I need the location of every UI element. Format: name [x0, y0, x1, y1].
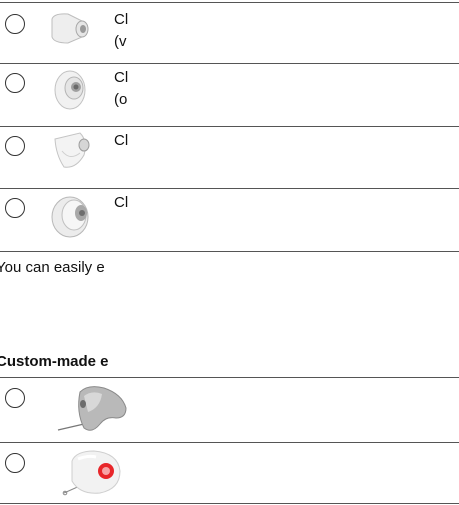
list-item: Cl (v — [0, 3, 459, 63]
list-item: Cl — [0, 189, 459, 251]
section-heading: Custom-made e — [0, 353, 109, 370]
custom-shell-earpiece-icon — [57, 386, 127, 431]
dome-earpiece-closed-icon — [54, 70, 86, 110]
option-radio[interactable] — [5, 388, 25, 408]
option-radio[interactable] — [5, 73, 25, 93]
option-radio[interactable] — [5, 136, 25, 156]
list-item: Cl (o — [0, 64, 459, 126]
dome-earpiece-open-icon — [51, 13, 89, 44]
custom-mold-earpiece-icon — [62, 450, 121, 496]
list-item — [0, 378, 459, 442]
list-item: Cl — [0, 127, 459, 188]
divider — [0, 251, 459, 252]
divider — [0, 503, 459, 504]
option-radio[interactable] — [5, 453, 25, 473]
list-item — [0, 443, 459, 503]
option-label: Cl — [114, 69, 129, 86]
option-label: Cl — [114, 132, 129, 149]
option-radio[interactable] — [5, 14, 25, 34]
option-detail: (v — [114, 33, 127, 50]
double-dome-earpiece-icon — [51, 196, 89, 238]
option-detail: (o — [114, 91, 128, 108]
option-radio[interactable] — [5, 198, 25, 218]
option-label: Cl — [114, 11, 129, 28]
body-text: You can easily e — [0, 259, 105, 276]
tulip-earpiece-icon — [54, 132, 90, 168]
option-label: Cl — [114, 194, 129, 211]
